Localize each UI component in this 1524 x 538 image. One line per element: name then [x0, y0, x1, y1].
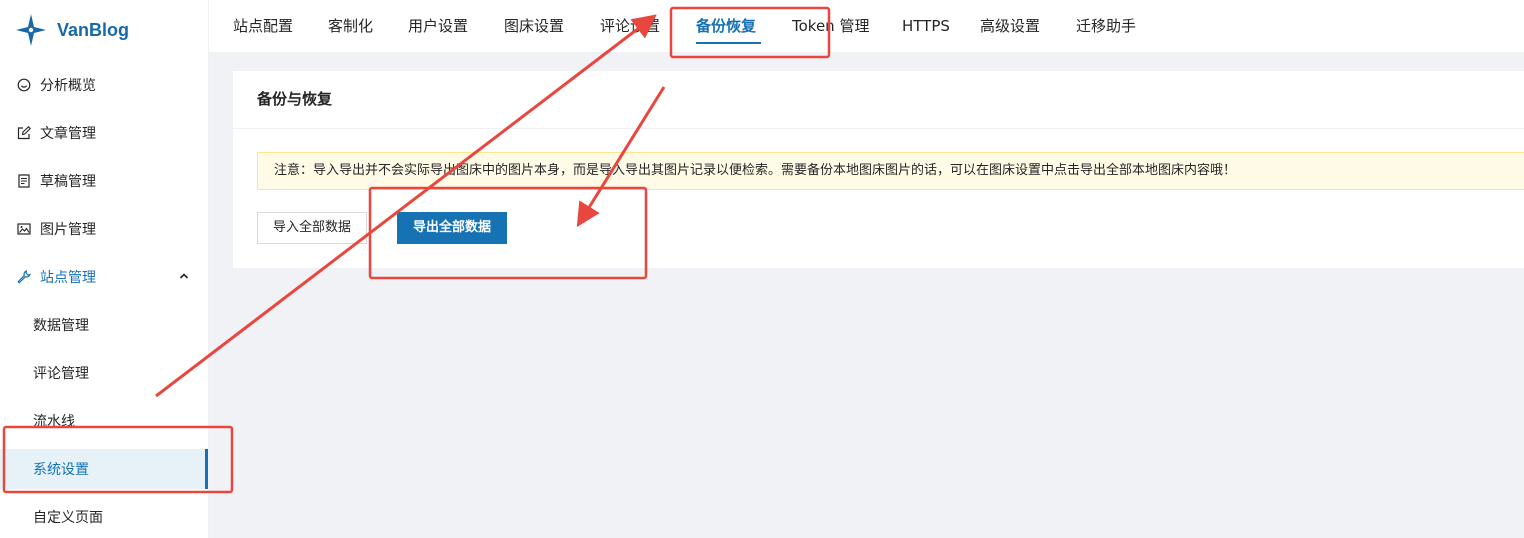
tab-comment-settings[interactable]: 评论设置	[600, 0, 660, 52]
tab-token-management[interactable]: Token 管理	[792, 0, 869, 52]
menu-item-articles[interactable]: 文章管理	[0, 113, 208, 153]
submenu-item-pipeline[interactable]: 流水线	[0, 401, 208, 441]
tab-image-hosting[interactable]: 图床设置	[504, 0, 564, 52]
card-title: 备份与恢复	[257, 90, 333, 108]
menu-item-label: 分析概览	[40, 78, 96, 94]
submenu-item-label: 系统设置	[33, 462, 89, 478]
tab-advanced-settings[interactable]: 高级设置	[980, 0, 1040, 52]
settings-tabs: 站点配置 客制化 用户设置 图床设置 评论设置 备份恢复 Token 管理 HT…	[209, 0, 1524, 52]
tab-backup-restore[interactable]: 备份恢复	[696, 0, 756, 52]
menu-item-pictures[interactable]: 图片管理	[0, 209, 208, 249]
brand-name: VanBlog	[57, 19, 130, 40]
submenu-item-label: 评论管理	[33, 366, 89, 382]
tab-site-config[interactable]: 站点配置	[233, 0, 293, 52]
menu-item-site-management[interactable]: 站点管理	[0, 257, 208, 297]
brand-logo[interactable]: VanBlog	[16, 12, 129, 48]
picture-icon	[16, 221, 32, 237]
submenu-item-label: 自定义页面	[33, 510, 103, 526]
menu-item-label: 图片管理	[40, 222, 96, 238]
tab-user-settings[interactable]: 用户设置	[408, 0, 468, 52]
menu-item-dashboard[interactable]: 分析概览	[0, 65, 208, 105]
backup-restore-card: 备份与恢复 注意：导入导出并不会实际导出图床中的图片本身，而是导入导出其图片记录…	[233, 71, 1524, 268]
card-divider	[233, 128, 1524, 129]
submenu-item-system-settings[interactable]: 系统设置	[0, 449, 208, 489]
sidebar: VanBlog 分析概览 文章管理 草稿管理 图片管理 站点管理 数据管理 评论…	[0, 0, 209, 538]
menu-item-label: 文章管理	[40, 126, 96, 142]
menu-item-drafts[interactable]: 草稿管理	[0, 161, 208, 201]
tab-customization[interactable]: 客制化	[328, 0, 373, 52]
menu-item-label: 草稿管理	[40, 174, 96, 190]
warning-alert: 注意：导入导出并不会实际导出图床中的图片本身，而是导入导出其图片记录以便检索。需…	[257, 152, 1524, 190]
submenu-item-custom-pages[interactable]: 自定义页面	[0, 497, 208, 537]
import-all-data-button[interactable]: 导入全部数据	[257, 212, 368, 244]
tab-migration-assistant[interactable]: 迁移助手	[1076, 0, 1136, 52]
submenu-item-comment-management[interactable]: 评论管理	[0, 353, 208, 393]
submenu-item-label: 数据管理	[33, 318, 89, 334]
export-all-data-button[interactable]: 导出全部数据	[397, 212, 508, 244]
draft-icon	[16, 173, 32, 189]
menu-item-label: 站点管理	[40, 270, 96, 286]
dashboard-icon	[16, 77, 32, 93]
submenu-item-label: 流水线	[33, 414, 75, 430]
tab-https[interactable]: HTTPS	[902, 0, 950, 52]
edit-icon	[16, 125, 32, 141]
chevron-up-icon[interactable]	[178, 270, 190, 282]
active-tab-indicator	[696, 42, 761, 44]
tool-icon	[16, 269, 32, 285]
submenu-item-data-management[interactable]: 数据管理	[0, 305, 208, 345]
vanblog-logo-icon	[16, 14, 46, 46]
